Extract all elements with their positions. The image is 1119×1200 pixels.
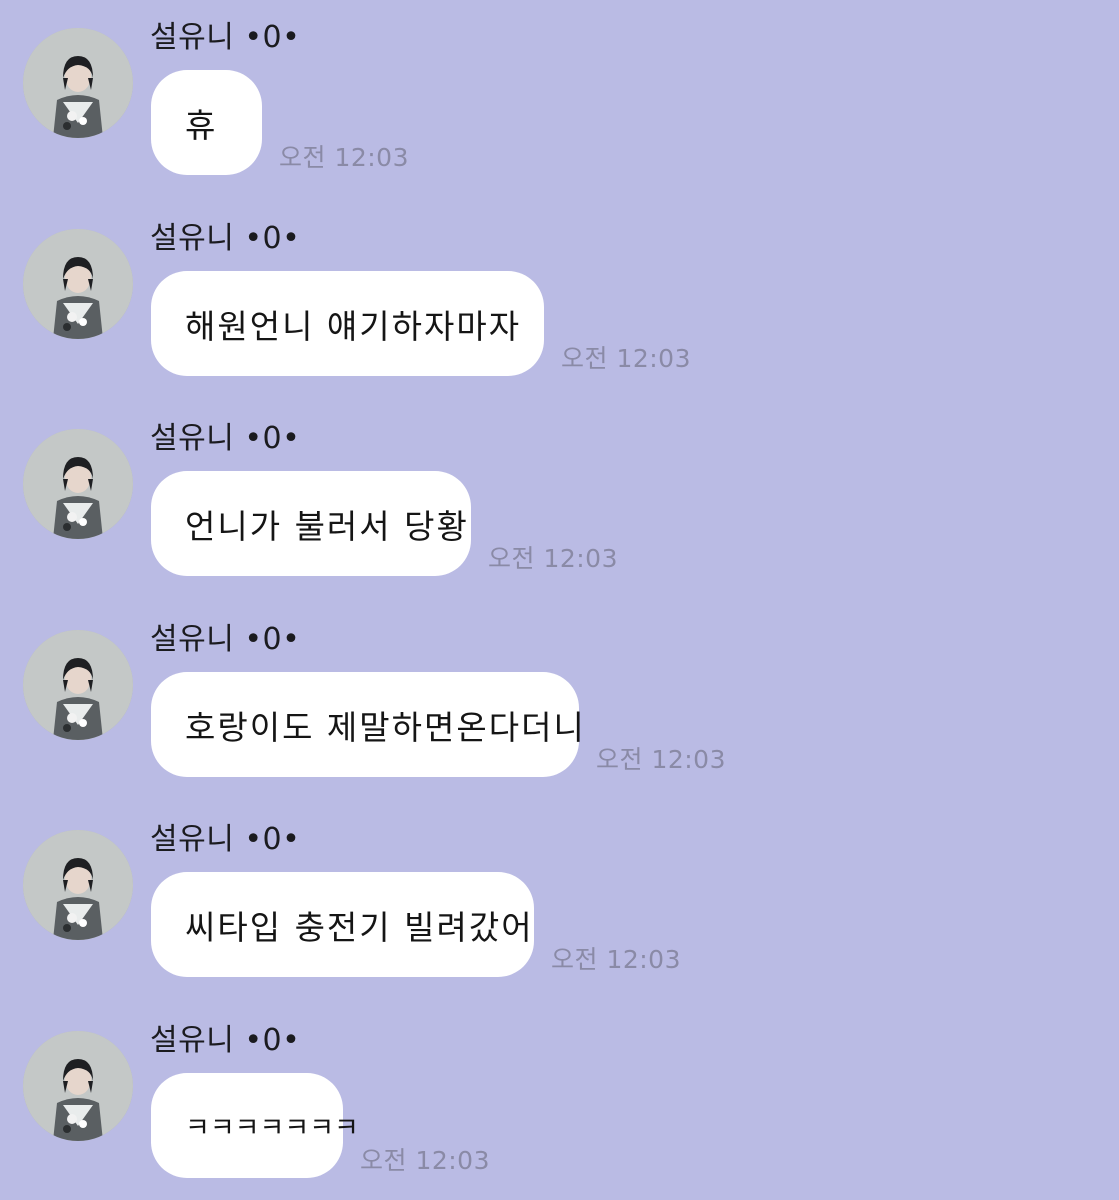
avatar-photo-icon (23, 830, 133, 940)
message-row: 설유니 •0• 해원언니 얘기하자마자 오전 12:03 (0, 201, 1119, 391)
message-row: 설유니 •0• 휴 오전 12:03 (0, 0, 1119, 190)
profile-avatar[interactable] (23, 429, 133, 539)
profile-avatar[interactable] (23, 229, 133, 339)
chat-message-list: 설유니 •0• 휴 오전 12:03 설유니 •0• 해원언니 얘기하자마자 오… (0, 0, 1119, 1200)
message-bubble[interactable]: 해원언니 얘기하자마자 (151, 271, 544, 376)
avatar-photo-icon (23, 28, 133, 138)
profile-avatar[interactable] (23, 1031, 133, 1141)
message-bubble[interactable]: 휴 (151, 70, 262, 175)
sender-name: 설유니 •0• (150, 1023, 301, 1058)
sender-name: 설유니 •0• (150, 20, 301, 55)
message-timestamp: 오전 12:03 (596, 745, 726, 774)
message-timestamp: 오전 12:03 (561, 344, 691, 373)
profile-avatar[interactable] (23, 830, 133, 940)
message-row: 설유니 •0• 씨타입 충전기 빌려갔어 오전 12:03 (0, 802, 1119, 992)
avatar-photo-icon (23, 229, 133, 339)
sender-name: 설유니 •0• (150, 221, 301, 256)
message-row: 설유니 •0• ㅋㅋㅋㅋㅋㅋㅋ 오전 12:03 (0, 1003, 1119, 1193)
message-bubble[interactable]: ㅋㅋㅋㅋㅋㅋㅋ (151, 1073, 359, 1178)
message-timestamp: 오전 12:03 (360, 1146, 490, 1175)
message-row: 설유니 •0• 언니가 불러서 당황 오전 12:03 (0, 401, 1119, 591)
profile-avatar[interactable] (23, 630, 133, 740)
sender-name: 설유니 •0• (150, 822, 301, 857)
message-timestamp: 오전 12:03 (488, 544, 618, 573)
message-bubble[interactable]: 씨타입 충전기 빌려갔어 (151, 872, 534, 977)
avatar-photo-icon (23, 630, 133, 740)
message-row: 설유니 •0• 호랑이도 제말하면온다더니 오전 12:03 (0, 602, 1119, 792)
sender-name: 설유니 •0• (150, 421, 301, 456)
message-timestamp: 오전 12:03 (551, 945, 681, 974)
avatar-photo-icon (23, 1031, 133, 1141)
message-timestamp: 오전 12:03 (279, 143, 409, 172)
message-bubble[interactable]: 호랑이도 제말하면온다더니 (151, 672, 584, 777)
message-bubble[interactable]: 언니가 불러서 당황 (151, 471, 471, 576)
sender-name: 설유니 •0• (150, 622, 301, 657)
avatar-photo-icon (23, 429, 133, 539)
profile-avatar[interactable] (23, 28, 133, 138)
